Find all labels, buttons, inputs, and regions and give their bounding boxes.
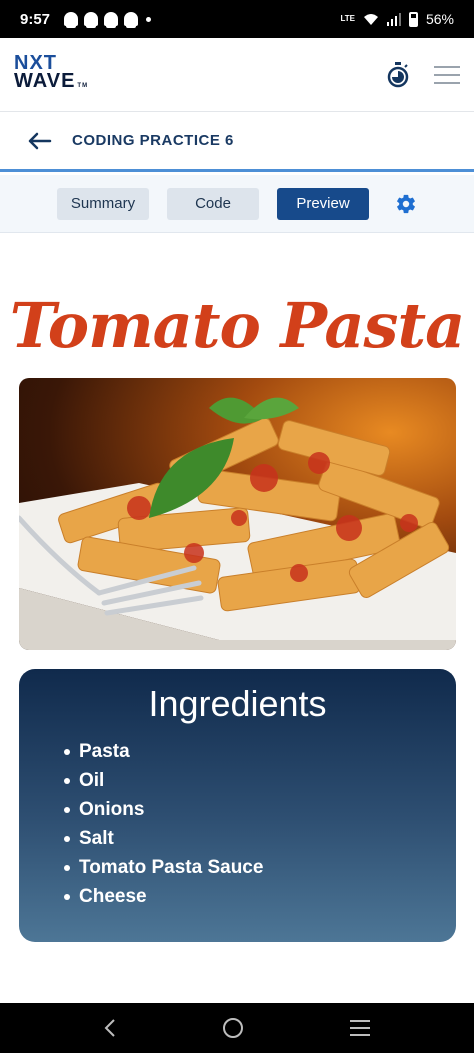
home-icon[interactable] bbox=[222, 1017, 244, 1039]
list-item: Onions bbox=[63, 795, 263, 824]
system-nav-bar bbox=[0, 1003, 474, 1053]
status-time: 9:57 bbox=[20, 10, 51, 28]
battery-level: 56% bbox=[425, 11, 454, 27]
lte-icon: LTE bbox=[340, 14, 355, 23]
list-item: Oil bbox=[63, 766, 263, 795]
battery-icon bbox=[408, 11, 418, 27]
snapchat-icon bbox=[124, 12, 139, 28]
snapchat-icon bbox=[64, 12, 79, 28]
ingredients-list: Pasta Oil Onions Salt Tomato Pasta Sauce… bbox=[63, 737, 263, 911]
tomato-pasta-image bbox=[19, 378, 456, 650]
app-header: NXT WAVE TM bbox=[0, 38, 474, 112]
logo-tm: TM bbox=[77, 83, 89, 89]
list-item: Pasta bbox=[63, 737, 263, 766]
page-title: CODING PRACTICE 6 bbox=[72, 132, 234, 149]
tab-bar: Summary Code Preview bbox=[0, 175, 474, 233]
title-bar: CODING PRACTICE 6 bbox=[0, 112, 474, 172]
logo-line2: WAVE TM bbox=[14, 70, 89, 95]
ingredients-heading: Ingredients bbox=[148, 683, 327, 724]
wifi-icon bbox=[363, 13, 378, 25]
hamburger-menu-icon[interactable] bbox=[434, 65, 460, 84]
tab-summary[interactable]: Summary bbox=[57, 187, 149, 220]
gear-icon[interactable] bbox=[395, 193, 417, 215]
notification-icons bbox=[64, 12, 152, 28]
status-right: LTE 56% bbox=[340, 11, 454, 27]
arrow-left-icon[interactable] bbox=[28, 132, 52, 150]
recents-icon[interactable] bbox=[349, 1019, 371, 1037]
stopwatch-icon[interactable] bbox=[386, 61, 410, 88]
nxtwave-logo[interactable]: NXT WAVE TM bbox=[14, 53, 89, 95]
status-bar: 9:57 LTE 56% bbox=[0, 0, 474, 38]
list-item: Tomato Pasta Sauce bbox=[63, 853, 263, 882]
list-item: Salt bbox=[63, 824, 263, 853]
signal-icon bbox=[386, 12, 401, 26]
snapchat-icon bbox=[104, 12, 119, 28]
back-icon[interactable] bbox=[103, 1018, 117, 1038]
list-item: Cheese bbox=[63, 882, 263, 911]
pasta-illustration bbox=[19, 397, 456, 650]
tab-code[interactable]: Code bbox=[167, 187, 259, 220]
tab-preview[interactable]: Preview bbox=[277, 187, 369, 220]
recipe-title: Tomato Pasta bbox=[9, 289, 466, 362]
logo-line2-text: WAVE bbox=[14, 70, 76, 92]
ingredients-card: Ingredients Pasta Oil Onions Salt Tomato… bbox=[19, 669, 456, 942]
more-notifications-dot bbox=[146, 16, 152, 22]
snapchat-icon bbox=[84, 12, 99, 28]
preview-pane: Tomato Pasta Ingredients Pasta Oil Onion… bbox=[0, 233, 474, 1003]
